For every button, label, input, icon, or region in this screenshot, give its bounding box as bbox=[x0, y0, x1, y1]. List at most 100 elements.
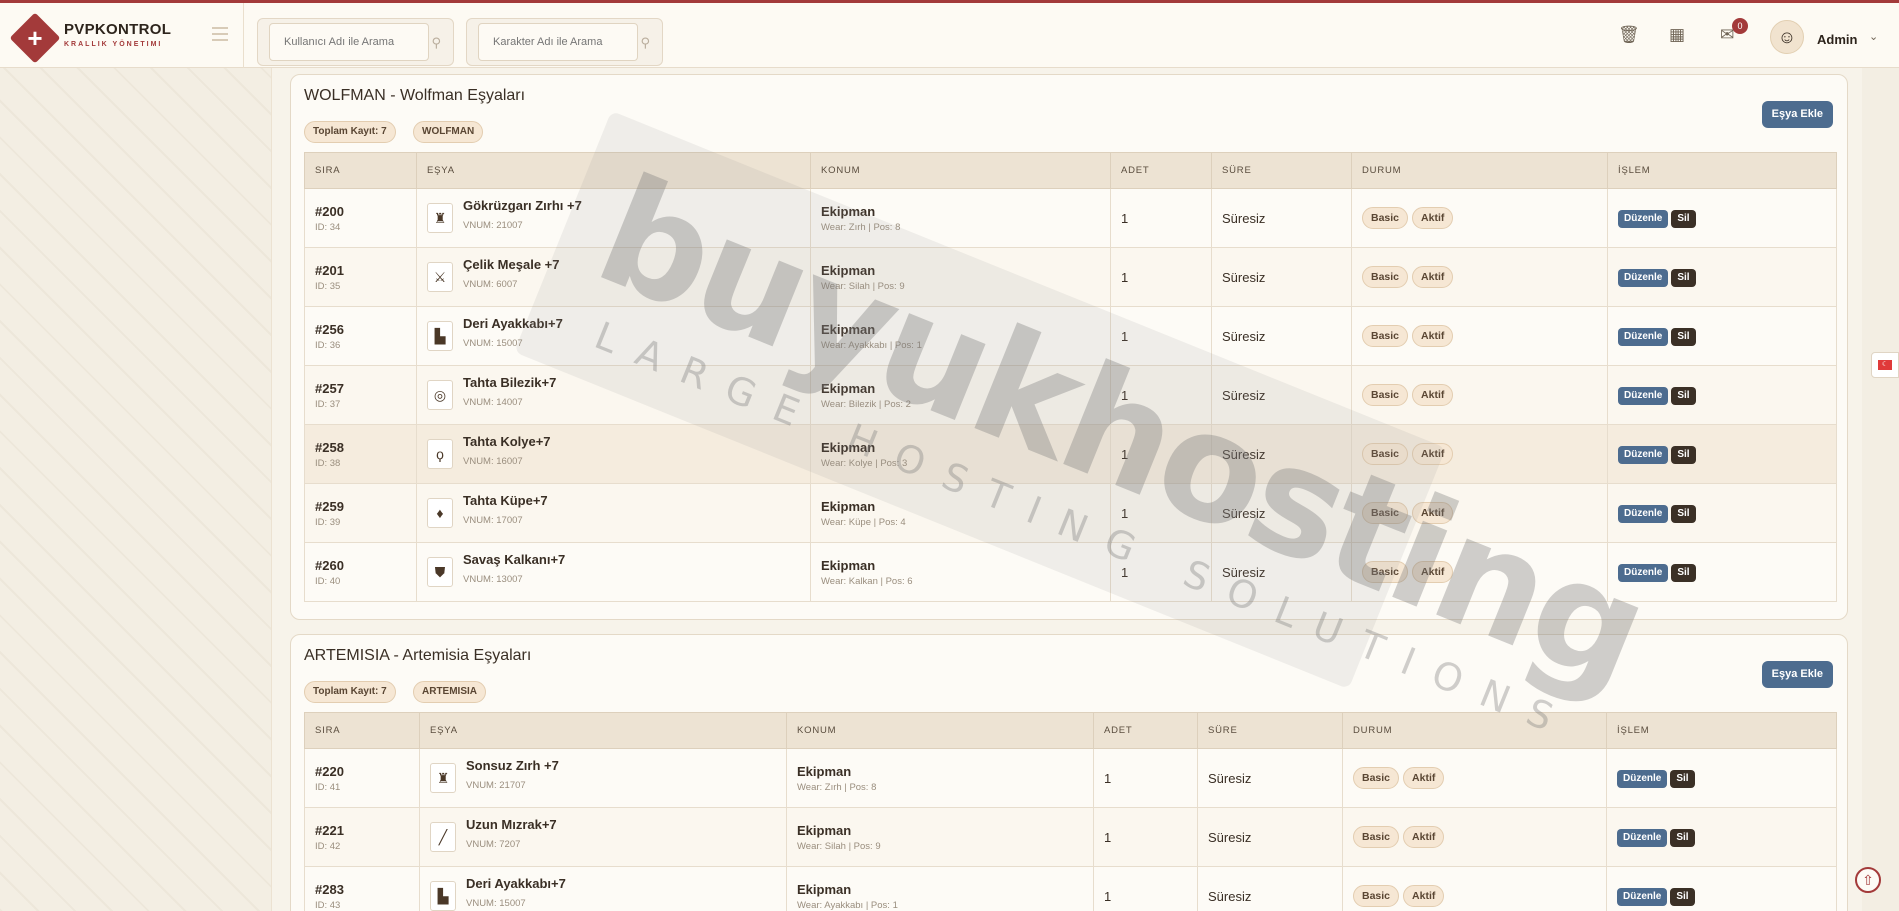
item-name: Tahta Kolye+7 bbox=[463, 434, 551, 449]
location: Ekipman bbox=[821, 557, 876, 573]
armor-icon: ♜ bbox=[430, 763, 456, 793]
table-row[interactable]: #260 ID: 40 ⛊ Savaş Kalkanı+7 VNUM: 13007 E… bbox=[304, 542, 1837, 602]
column-header[interactable]: SIRA bbox=[304, 712, 420, 749]
edit-button[interactable]: Düzenle bbox=[1618, 327, 1669, 346]
total-records-badge: Toplam Kayıt: 7 bbox=[304, 681, 396, 703]
item-name: Deri Ayakkabı+7 bbox=[466, 876, 566, 891]
delete-button[interactable]: Sil bbox=[1670, 769, 1695, 788]
armor-icon: ♜ bbox=[427, 203, 453, 233]
total-records-badge: Toplam Kayıt: 7 bbox=[304, 121, 396, 143]
row-number: #220 bbox=[315, 763, 344, 779]
basic-badge: Basic bbox=[1362, 502, 1409, 524]
row-id: ID: 40 bbox=[315, 575, 341, 587]
edit-button[interactable]: Düzenle bbox=[1617, 769, 1668, 788]
delete-button[interactable]: Sil bbox=[1671, 563, 1696, 582]
menu-toggle-icon[interactable] bbox=[212, 27, 228, 45]
duration: Süresiz bbox=[1197, 866, 1343, 911]
wolfman-card: WOLFMAN - Wolfman Eşyaları Toplam Kayıt:… bbox=[290, 74, 1848, 620]
delete-button[interactable]: Sil bbox=[1671, 445, 1696, 464]
table-row[interactable]: #256 ID: 36 ▙ Deri Ayakkabı+7 VNUM: 15007 E… bbox=[304, 306, 1837, 366]
column-header[interactable]: SÜRE bbox=[1211, 152, 1352, 189]
table-row[interactable]: #259 ID: 39 ♦ Tahta Küpe+7 VNUM: 17007 Ekip… bbox=[304, 483, 1837, 543]
edit-button[interactable]: Düzenle bbox=[1618, 209, 1669, 228]
delete-button[interactable]: Sil bbox=[1671, 268, 1696, 287]
edit-button[interactable]: Düzenle bbox=[1618, 504, 1669, 523]
wear-position: Wear: Silah | Pos: 9 bbox=[821, 280, 905, 292]
wear-position: Wear: Silah | Pos: 9 bbox=[797, 840, 881, 852]
column-header[interactable]: KONUM bbox=[810, 152, 1111, 189]
wear-position: Wear: Küpe | Pos: 4 bbox=[821, 516, 906, 528]
user-search-box: ⚲ bbox=[257, 18, 454, 66]
row-id: ID: 34 bbox=[315, 221, 341, 233]
search-icon[interactable]: ⚲ bbox=[640, 35, 650, 51]
edit-button[interactable]: Düzenle bbox=[1618, 563, 1669, 582]
class-badge: WOLFMAN bbox=[413, 121, 484, 143]
table-row[interactable]: #221 ID: 42 ╱ Uzun Mızrak+7 VNUM: 7207 Ekip… bbox=[304, 807, 1837, 867]
trash-icon[interactable]: 🗑 bbox=[1618, 25, 1640, 45]
edit-button[interactable]: Düzenle bbox=[1618, 386, 1669, 405]
column-header[interactable]: DURUM bbox=[1351, 152, 1608, 189]
duration: Süresiz bbox=[1211, 542, 1352, 602]
delete-button[interactable]: Sil bbox=[1670, 828, 1695, 847]
edit-button[interactable]: Düzenle bbox=[1618, 268, 1669, 287]
column-header[interactable]: EŞYA bbox=[416, 152, 811, 189]
add-item-button[interactable]: Eşya Ekle bbox=[1761, 661, 1833, 688]
character-search-input[interactable] bbox=[478, 23, 638, 61]
delete-button[interactable]: Sil bbox=[1670, 887, 1695, 906]
table-row[interactable]: #258 ID: 38 ϙ Tahta Kolye+7 VNUM: 16007 Eki… bbox=[304, 424, 1837, 484]
basic-badge: Basic bbox=[1362, 443, 1409, 465]
language-selector[interactable]: ☾ bbox=[1871, 352, 1899, 378]
chevron-down-icon[interactable]: ⌄ bbox=[1869, 30, 1878, 43]
table-row[interactable]: #257 ID: 37 ◎ Tahta Bilezik+7 VNUM: 14007 E… bbox=[304, 365, 1837, 425]
row-id: ID: 42 bbox=[315, 840, 341, 852]
brand[interactable]: + PVPKONTROL KRALLIK YÖNETIMI bbox=[0, 3, 244, 68]
location: Ekipman bbox=[821, 203, 876, 219]
item-name: Sonsuz Zırh +7 bbox=[466, 758, 559, 773]
column-header[interactable]: DURUM bbox=[1342, 712, 1607, 749]
column-header[interactable]: SÜRE bbox=[1197, 712, 1343, 749]
duration: Süresiz bbox=[1211, 483, 1352, 543]
delete-button[interactable]: Sil bbox=[1671, 209, 1696, 228]
table-row[interactable]: #201 ID: 35 ⚔ Çelik Meşale +7 VNUM: 6007 Ek… bbox=[304, 247, 1837, 307]
row-id: ID: 35 bbox=[315, 280, 341, 292]
item-vnum: VNUM: 6007 bbox=[463, 279, 518, 290]
item-name: Savaş Kalkanı+7 bbox=[463, 552, 566, 567]
column-header[interactable]: İŞLEM bbox=[1606, 712, 1837, 749]
scroll-to-top-button[interactable]: ⇧ bbox=[1855, 867, 1881, 893]
table-row[interactable]: #220 ID: 41 ♜ Sonsuz Zırh +7 VNUM: 21707 Ek… bbox=[304, 748, 1837, 808]
wolfman-items-table: SIRA EŞYA KONUM ADET SÜRE DURUM İŞLEM #2… bbox=[304, 152, 1837, 602]
quantity: 1 bbox=[1093, 866, 1198, 911]
search-icon[interactable]: ⚲ bbox=[431, 35, 441, 51]
column-header[interactable]: ADET bbox=[1110, 152, 1212, 189]
edit-button[interactable]: Düzenle bbox=[1618, 445, 1669, 464]
delete-button[interactable]: Sil bbox=[1671, 504, 1696, 523]
class-badge: ARTEMISIA bbox=[413, 681, 486, 703]
item-name: Tahta Bilezik+7 bbox=[463, 375, 557, 390]
torch-icon: ⚔ bbox=[427, 262, 453, 292]
quantity: 1 bbox=[1110, 247, 1212, 307]
column-header[interactable]: KONUM bbox=[786, 712, 1094, 749]
column-header[interactable]: İŞLEM bbox=[1607, 152, 1837, 189]
column-header[interactable]: SIRA bbox=[304, 152, 417, 189]
avatar[interactable]: ☺ bbox=[1770, 20, 1804, 54]
table-row[interactable]: #200 ID: 34 ♜ Gökrüzgarı Zırhı +7 VNUM: 210… bbox=[304, 188, 1837, 248]
duration: Süresiz bbox=[1211, 424, 1352, 484]
table-row[interactable]: #283 ID: 43 ▙ Deri Ayakkabı+7 VNUM: 15007 E… bbox=[304, 866, 1837, 911]
delete-button[interactable]: Sil bbox=[1671, 327, 1696, 346]
column-header[interactable]: ADET bbox=[1093, 712, 1198, 749]
admin-name[interactable]: Admin bbox=[1817, 32, 1857, 47]
card-title: ARTEMISIA - Artemisia Eşyaları bbox=[304, 647, 532, 664]
wear-position: Wear: Bilezik | Pos: 2 bbox=[821, 398, 911, 410]
edit-button[interactable]: Düzenle bbox=[1617, 828, 1668, 847]
item-vnum: VNUM: 16007 bbox=[463, 456, 523, 467]
column-header[interactable]: EŞYA bbox=[419, 712, 787, 749]
add-item-button[interactable]: Eşya Ekle bbox=[1761, 101, 1833, 128]
row-number: #283 bbox=[315, 881, 344, 897]
delete-button[interactable]: Sil bbox=[1671, 386, 1696, 405]
edit-button[interactable]: Düzenle bbox=[1617, 887, 1668, 906]
duration: Süresiz bbox=[1211, 365, 1352, 425]
calendar-icon[interactable]: ▦ bbox=[1669, 25, 1685, 45]
location: Ekipman bbox=[821, 321, 876, 337]
row-id: ID: 39 bbox=[315, 516, 341, 528]
user-search-input[interactable] bbox=[269, 23, 429, 61]
